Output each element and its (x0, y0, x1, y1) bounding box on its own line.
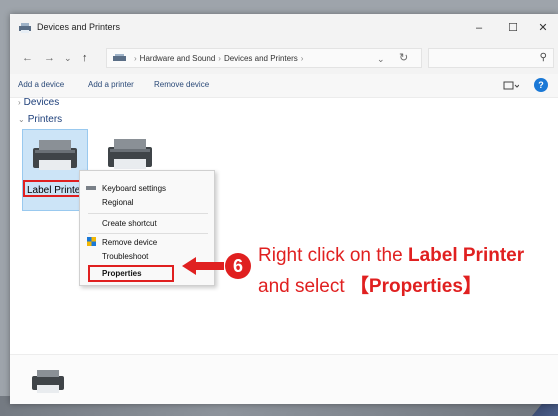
printer-icon (33, 140, 77, 170)
shield-icon (87, 237, 96, 246)
menu-regional[interactable]: Regional (102, 198, 134, 207)
forward-button[interactable]: → (44, 51, 55, 65)
control-panel-icon (113, 54, 126, 61)
search-icon: ⚲ (539, 52, 547, 63)
printer-icon (32, 370, 64, 393)
menu-keyboard-settings[interactable]: Keyboard settings (102, 184, 166, 193)
up-button[interactable]: ↑ (82, 51, 88, 65)
devices-printers-icon (19, 23, 31, 33)
menu-divider (88, 233, 208, 234)
arrow-left-icon (182, 257, 224, 275)
change-view-icon[interactable] (503, 80, 519, 92)
add-device-button[interactable]: Add a device (18, 80, 64, 89)
menu-properties[interactable]: Properties (102, 269, 142, 278)
menu-troubleshoot[interactable]: Troubleshoot (102, 252, 148, 261)
breadcrumb-chevron-icon: › (218, 54, 221, 63)
minimize-button[interactable]: – (468, 18, 490, 38)
printer-icon (108, 139, 152, 169)
devices-printers-window: Devices and Printers – ☐ ✕ ← → ⌄ ↑ › Hard… (10, 14, 558, 404)
properties-highlight: Properties (88, 265, 174, 282)
menu-create-shortcut[interactable]: Create shortcut (102, 219, 157, 228)
devices-group-label: Devices (23, 97, 60, 108)
command-bar: Add a device Add a printer Remove device… (10, 74, 558, 98)
address-input[interactable]: › Hardware and Sound › Devices and Printers… (106, 48, 422, 68)
devices-group-header[interactable]: › Devices (18, 97, 59, 108)
details-pane (10, 354, 558, 404)
title-bar: Devices and Printers – ☐ ✕ (10, 14, 558, 42)
close-button[interactable]: ✕ (532, 18, 554, 38)
instruction-line-2: and select 【Properties】 (258, 276, 482, 297)
label-printer-name: Label Printer (23, 180, 87, 197)
chevron-right-icon: › (18, 98, 21, 107)
refresh-button[interactable]: ↻ (399, 51, 408, 65)
menu-remove-device[interactable]: Remove device (102, 238, 157, 247)
instruction-line-1: Right click on the Label Printer (258, 245, 525, 266)
search-input[interactable]: ⚲ (428, 48, 554, 68)
breadcrumb: › Hardware and Sound › Devices and Printers… (131, 53, 306, 65)
step-number-badge: 6 (225, 253, 251, 279)
window-title: Devices and Printers (37, 22, 121, 32)
printers-group-header[interactable]: ⌄ Printers (18, 114, 62, 125)
keyboard-icon (86, 186, 96, 190)
recent-locations-button[interactable]: ⌄ (64, 51, 72, 65)
printers-group-label: Printers (27, 114, 63, 125)
breadcrumb-chevron-icon: › (134, 54, 137, 63)
help-icon[interactable]: ? (534, 78, 548, 92)
address-bar-row: ← → ⌄ ↑ › Hardware and Sound › Devices and … (10, 42, 558, 74)
breadcrumb-chevron-icon: › (300, 54, 304, 63)
breadcrumb-devices-printers[interactable]: Devices and Printers (224, 54, 298, 63)
maximize-button[interactable]: ☐ (502, 18, 524, 38)
remove-device-button[interactable]: Remove device (154, 80, 209, 89)
breadcrumb-hardware-sound[interactable]: Hardware and Sound (140, 54, 216, 63)
chevron-down-icon: ⌄ (18, 115, 25, 124)
add-printer-button[interactable]: Add a printer (88, 80, 134, 89)
address-dropdown-button[interactable]: ⌄ (377, 52, 385, 66)
back-button[interactable]: ← (22, 51, 33, 65)
menu-divider (88, 213, 208, 214)
